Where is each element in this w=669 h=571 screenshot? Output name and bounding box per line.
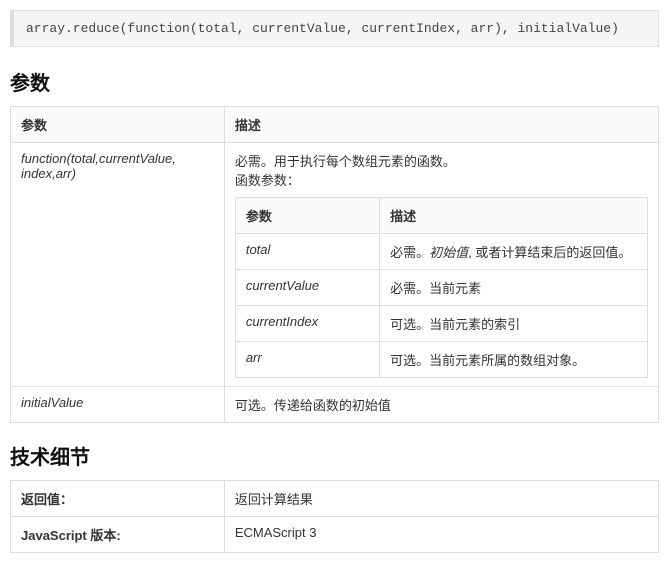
- desc-text: 必需。用于执行每个数组元素的函数。: [235, 154, 456, 169]
- th-param: 参数: [11, 107, 225, 143]
- th-nested-param: 参数: [235, 198, 379, 234]
- nested-param-currentvalue: currentValue: [235, 270, 379, 306]
- nested-params-table: 参数 描述 total 必需。初始值, 或者计算结束后的返回值。 curre: [235, 197, 648, 378]
- th-desc: 描述: [224, 107, 658, 143]
- nested-desc-currentindex: 可选。当前元素的索引: [380, 306, 648, 342]
- desc-text: 函数参数：: [235, 173, 300, 188]
- desc-text: 必需。: [390, 245, 429, 260]
- tech-heading: 技术细节: [10, 441, 659, 470]
- nested-desc-currentvalue: 必需。当前元素: [380, 270, 648, 306]
- nested-param-arr: arr: [235, 342, 379, 378]
- params-table: 参数 描述 function(total,currentValue, index…: [10, 106, 659, 423]
- nested-desc-total: 必需。初始值, 或者计算结束后的返回值。: [380, 234, 648, 270]
- desc-text: , 或者计算结束后的返回值。: [468, 245, 631, 260]
- param-desc-function: 必需。用于执行每个数组元素的函数。 函数参数： 参数 描述 total 必需: [224, 143, 658, 387]
- table-row: currentIndex 可选。当前元素的索引: [235, 306, 647, 342]
- desc-italic: 初始值: [429, 245, 468, 260]
- code-block: array.reduce(function(total, currentValu…: [10, 10, 659, 47]
- version-label: JavaScript 版本:: [11, 517, 225, 553]
- tech-details-table: 返回值： 返回计算结果 JavaScript 版本: ECMAScript 3: [10, 480, 659, 553]
- table-row: initialValue 可选。传递给函数的初始值: [11, 387, 659, 423]
- table-row: JavaScript 版本: ECMAScript 3: [11, 517, 659, 553]
- return-label: 返回值：: [11, 481, 225, 517]
- param-desc-initialvalue: 可选。传递给函数的初始值: [224, 387, 658, 423]
- table-row: 返回值： 返回计算结果: [11, 481, 659, 517]
- table-row: arr 可选。当前元素所属的数组对象。: [235, 342, 647, 378]
- nested-param-total: total: [235, 234, 379, 270]
- nested-param-currentindex: currentIndex: [235, 306, 379, 342]
- table-row: function(total,currentValue, index,arr) …: [11, 143, 659, 387]
- th-nested-desc: 描述: [380, 198, 648, 234]
- table-row: total 必需。初始值, 或者计算结束后的返回值。: [235, 234, 647, 270]
- nested-desc-arr: 可选。当前元素所属的数组对象。: [380, 342, 648, 378]
- param-name-function: function(total,currentValue, index,arr): [11, 143, 225, 387]
- param-name-initialvalue: initialValue: [11, 387, 225, 423]
- params-heading: 参数: [10, 67, 659, 96]
- return-value: 返回计算结果: [224, 481, 658, 517]
- table-row: currentValue 必需。当前元素: [235, 270, 647, 306]
- version-value: ECMAScript 3: [224, 517, 658, 553]
